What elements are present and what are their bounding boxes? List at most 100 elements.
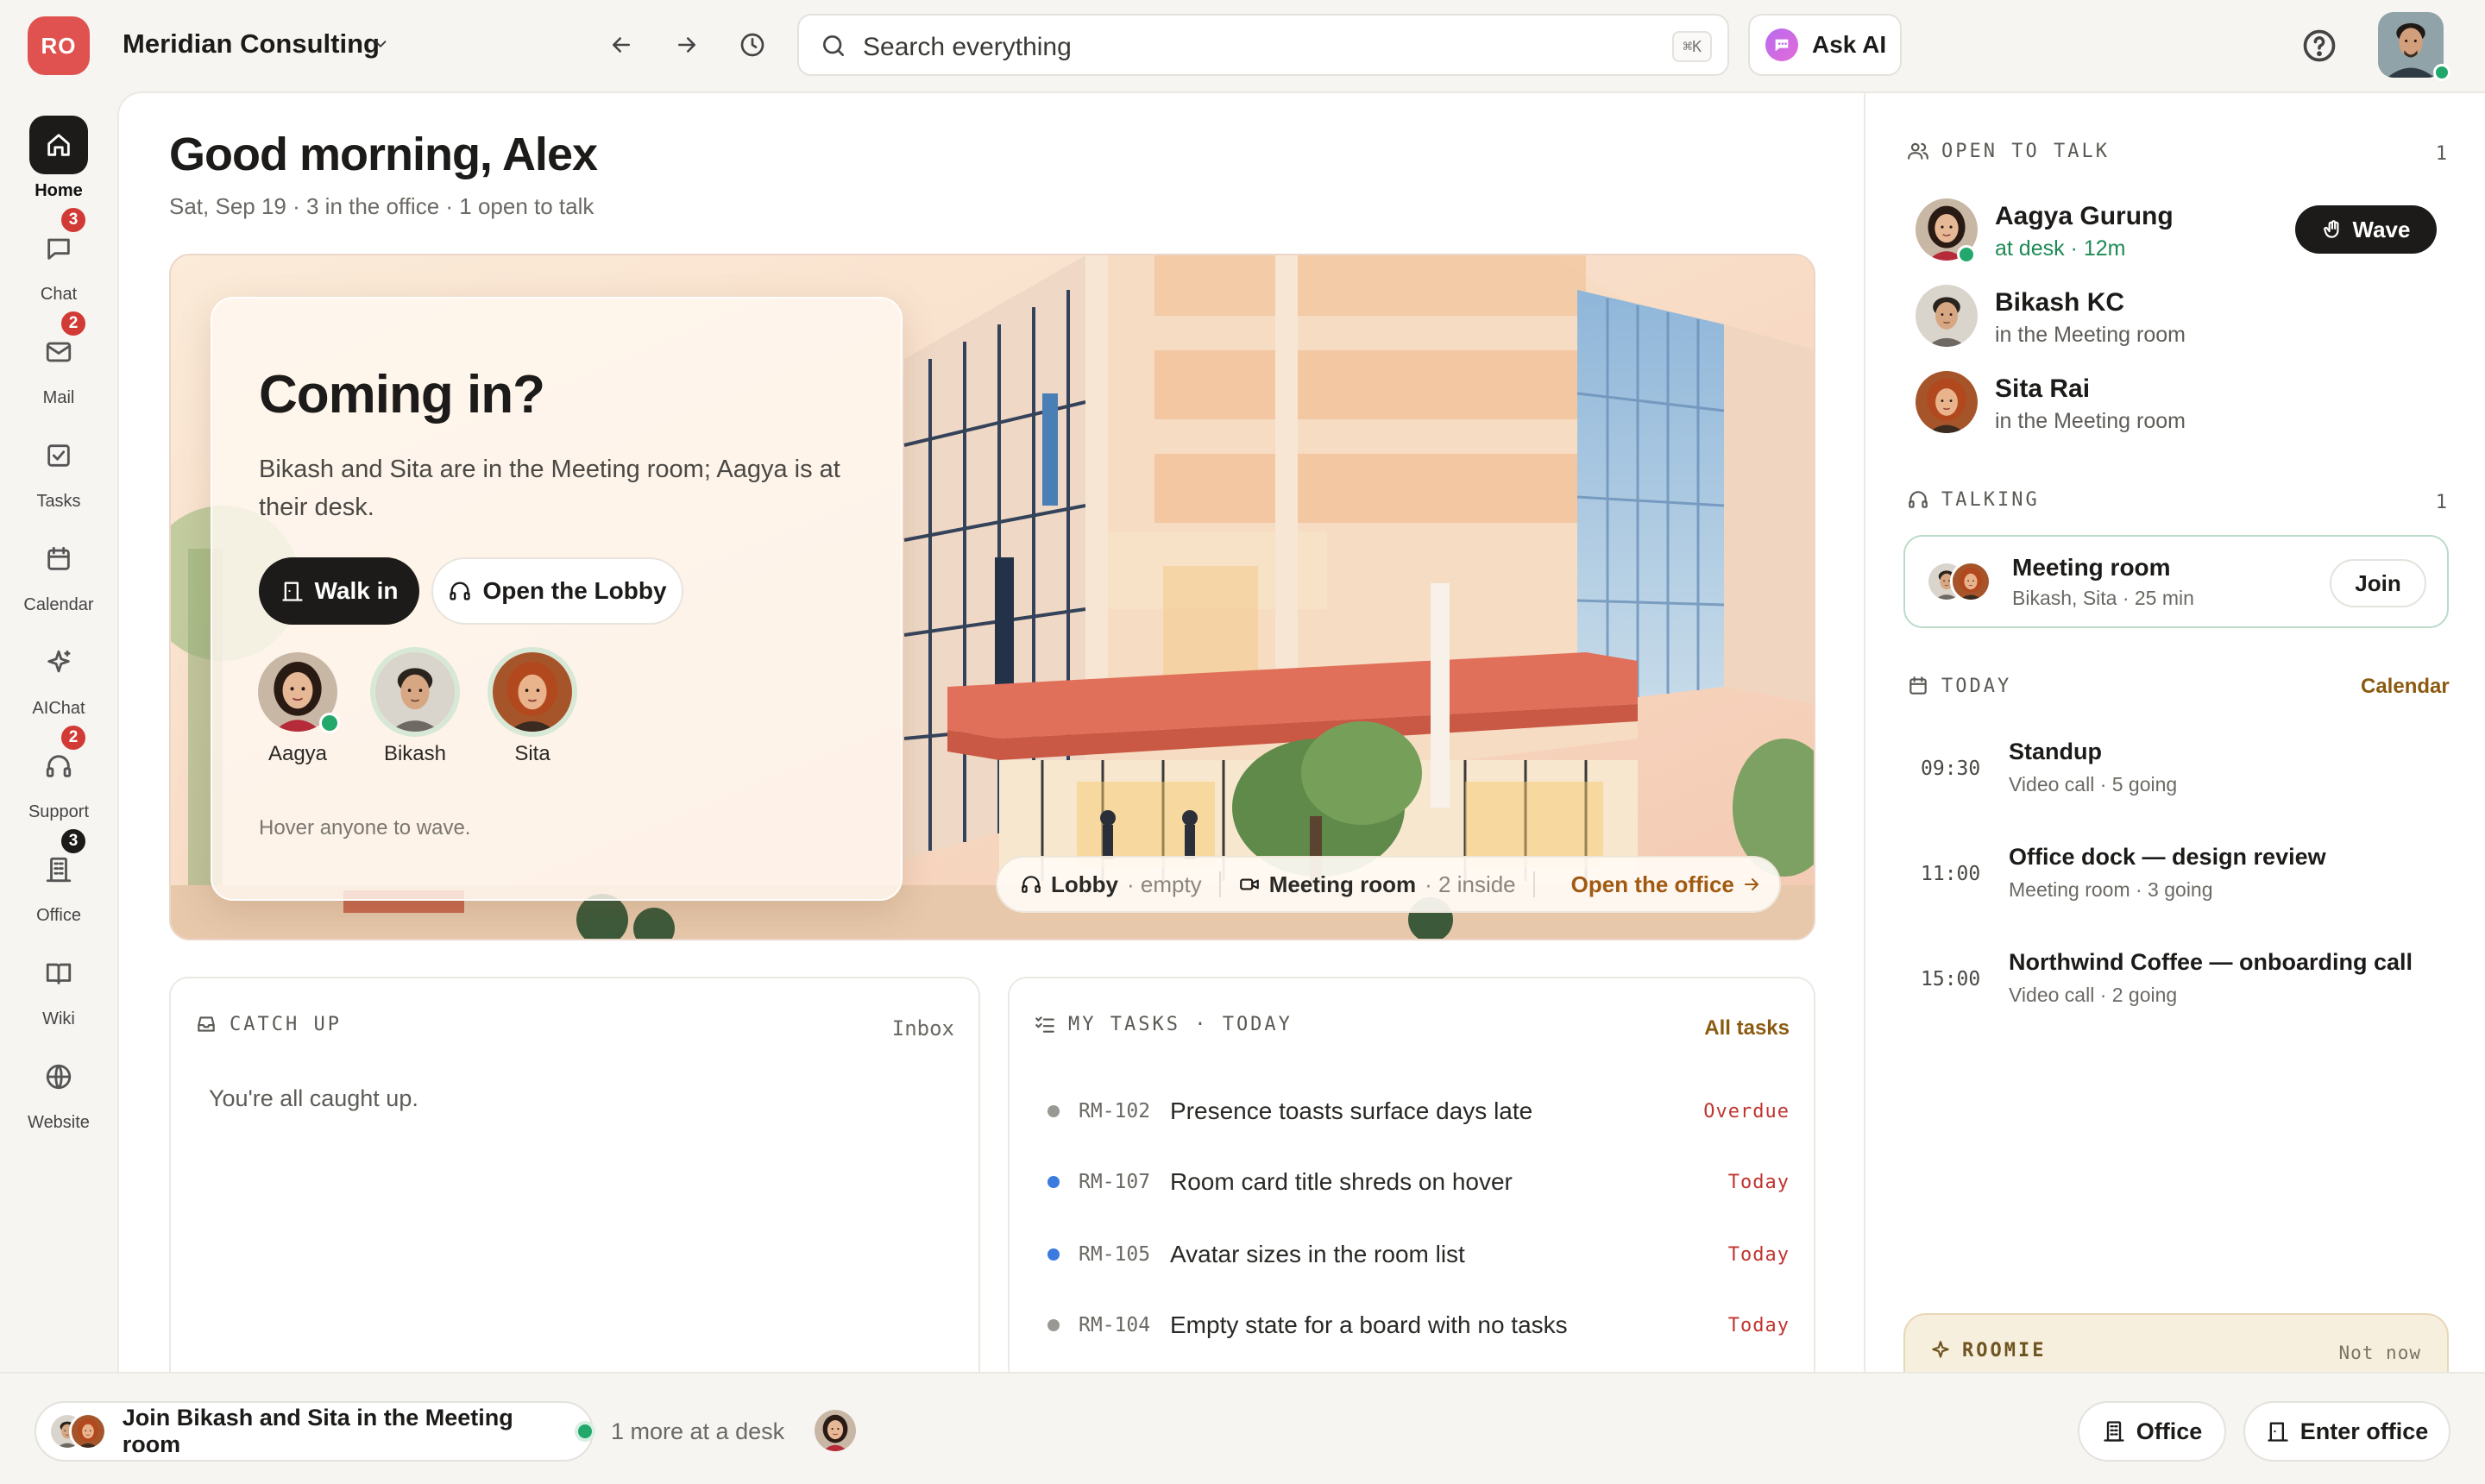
avatar[interactable] bbox=[815, 1410, 856, 1451]
sidebar-item-label: Mail bbox=[42, 388, 75, 407]
person-aagya[interactable]: Aagya bbox=[250, 652, 345, 766]
person-status: in the Meeting room bbox=[1995, 323, 2186, 347]
room-participants: Bikash, Sita · 25 min bbox=[2012, 587, 2194, 609]
avatar bbox=[1916, 285, 1978, 347]
event-standup[interactable]: 09:30 Standup Video call · 5 going bbox=[1921, 739, 2456, 808]
not-now-button[interactable]: Not now bbox=[2338, 1343, 2421, 1363]
person-bikash[interactable]: Bikash bbox=[368, 652, 462, 766]
chevron-down-icon[interactable] bbox=[371, 35, 390, 53]
today-header: TODAY bbox=[1907, 675, 2011, 697]
sidebar-item-tasks[interactable]: Tasks bbox=[0, 426, 117, 521]
history-clock-icon[interactable] bbox=[733, 26, 771, 64]
event-time: 09:30 bbox=[1921, 758, 1981, 780]
online-status-dot bbox=[1957, 245, 1976, 264]
sidebar: Home 3 Chat 2 Mail Tasks Calendar AIChat bbox=[0, 91, 117, 1418]
sidebar-item-wiki[interactable]: Wiki bbox=[0, 944, 117, 1039]
avatar bbox=[69, 1412, 107, 1450]
join-meeting-room-button[interactable]: Join Bikash and Sita in the Meeting room bbox=[35, 1401, 594, 1462]
person-bikash-kc[interactable]: Bikash KC in the Meeting room bbox=[1916, 285, 2450, 350]
task-row[interactable]: RM-107 Room card title shreds on hover Tod… bbox=[1047, 1165, 1790, 1199]
sidebar-item-website[interactable]: Website bbox=[0, 1047, 117, 1142]
search-bar[interactable]: Search everything ⌘K bbox=[797, 14, 1729, 76]
task-row[interactable]: RM-104 Empty state for a board with no ta… bbox=[1047, 1308, 1790, 1343]
task-title: Presence toasts surface days late bbox=[1170, 1097, 1533, 1124]
avatar bbox=[493, 652, 572, 732]
join-button[interactable]: Join bbox=[2330, 559, 2426, 607]
task-id: RM-105 bbox=[1079, 1243, 1151, 1266]
person-sita[interactable]: Sita bbox=[485, 652, 580, 766]
checklist-icon bbox=[1034, 1013, 1056, 1035]
open-lobby-button[interactable]: Open the Lobby bbox=[431, 557, 683, 625]
sidebar-item-calendar[interactable]: Calendar bbox=[0, 530, 117, 625]
event-title: Standup bbox=[2009, 739, 2102, 764]
sidebar-item-label: Chat bbox=[40, 285, 78, 304]
unread-badge: 2 bbox=[59, 309, 88, 338]
task-title: Empty state for a board with no tasks bbox=[1170, 1311, 1568, 1338]
workspace-name[interactable]: Meridian Consulting bbox=[123, 28, 380, 60]
sidebar-item-label: Calendar bbox=[23, 595, 94, 614]
inbox-link[interactable]: Inbox bbox=[892, 1016, 954, 1041]
sidebar-item-label: Home bbox=[35, 181, 83, 200]
empty-state-text: You're all caught up. bbox=[209, 1085, 418, 1111]
event-time: 11:00 bbox=[1921, 863, 1981, 885]
task-status-dot bbox=[1047, 1319, 1060, 1331]
arrow-right-icon bbox=[1741, 874, 1762, 895]
wave-label: Wave bbox=[2352, 216, 2411, 242]
open-office-link[interactable]: Open the office bbox=[1571, 871, 1762, 898]
sidebar-item-label: Wiki bbox=[42, 1009, 75, 1028]
help-icon[interactable] bbox=[2300, 27, 2338, 65]
event-onboarding-call[interactable]: 15:00 Northwind Coffee — onboarding call… bbox=[1921, 949, 2456, 1018]
search-shortcut: ⌘K bbox=[1672, 31, 1712, 62]
count-badge: 3 bbox=[59, 827, 88, 856]
sidebar-item-mail[interactable]: 2 Mail bbox=[0, 309, 117, 418]
person-status: in the Meeting room bbox=[1995, 409, 2186, 433]
sidebar-item-support[interactable]: 2 Support bbox=[0, 723, 117, 832]
event-design-review[interactable]: 11:00 Office dock — design review Meetin… bbox=[1921, 844, 2456, 913]
event-title: Office dock — design review bbox=[2009, 844, 2326, 870]
task-row[interactable]: RM-105 Avatar sizes in the room list Today bbox=[1047, 1237, 1790, 1272]
sparkle-icon bbox=[29, 633, 88, 692]
sidebar-item-home[interactable]: Home bbox=[0, 116, 117, 211]
people-icon bbox=[1907, 140, 1929, 162]
coming-in-card: Coming in? Bikash and Sita are in the Me… bbox=[211, 297, 903, 901]
person-name: Aagya Gurung bbox=[1995, 202, 2174, 230]
all-tasks-link[interactable]: All tasks bbox=[1704, 1016, 1790, 1041]
sidebar-item-chat[interactable]: 3 Chat bbox=[0, 205, 117, 314]
forward-arrow-icon[interactable] bbox=[668, 26, 706, 64]
globe-icon bbox=[29, 1047, 88, 1106]
task-row[interactable]: RM-102 Presence toasts surface days late O… bbox=[1047, 1094, 1790, 1129]
wave-button[interactable]: Wave bbox=[2295, 205, 2437, 254]
headphones-icon bbox=[1907, 488, 1929, 511]
right-panel: OPEN TO TALK 1 Aagya Gurung at desk · 12… bbox=[1864, 91, 2485, 1372]
enter-office-button[interactable]: Enter office bbox=[2243, 1401, 2450, 1462]
open-to-talk-header: OPEN TO TALK bbox=[1907, 140, 2110, 162]
person-name: Sita Rai bbox=[1995, 374, 2091, 403]
lobby-label: Lobby bbox=[1051, 871, 1118, 897]
walk-in-button[interactable]: Walk in bbox=[259, 557, 419, 625]
catch-up-card: CATCH UP Inbox You're all caught up. bbox=[169, 977, 980, 1372]
calendar-link[interactable]: Calendar bbox=[2361, 675, 2450, 699]
page-subtitle: Sat, Sep 19 · 3 in the office · 1 open t… bbox=[169, 193, 595, 219]
calendar-icon bbox=[1907, 675, 1929, 697]
meeting-room-card[interactable]: Meeting room Bikash, Sita · 25 min Join bbox=[1903, 535, 2449, 628]
ai-sparkle-icon bbox=[1765, 28, 1798, 61]
meeting-room-status[interactable]: Meeting room · 2 inside bbox=[1238, 871, 1516, 898]
back-arrow-icon[interactable] bbox=[602, 26, 640, 64]
sidebar-item-office[interactable]: 3 Office bbox=[0, 827, 117, 935]
online-status-dot bbox=[2433, 64, 2450, 81]
sidebar-item-label: Office bbox=[36, 906, 81, 925]
task-status-dot bbox=[1047, 1248, 1060, 1261]
divider bbox=[1532, 871, 1535, 897]
event-meta: Video call · 2 going bbox=[2009, 984, 2178, 1006]
office-button[interactable]: Office bbox=[2078, 1401, 2226, 1462]
workspace-badge[interactable]: RO bbox=[28, 16, 90, 75]
lobby-status[interactable]: Lobby · empty bbox=[1020, 871, 1202, 898]
sidebar-item-aichat[interactable]: AIChat bbox=[0, 633, 117, 728]
ask-ai-button[interactable]: Ask AI bbox=[1748, 14, 1902, 76]
card-header: MY TASKS · TODAY bbox=[1034, 1013, 1293, 1035]
card-body: Bikash and Sita are in the Meeting room;… bbox=[259, 456, 840, 521]
video-camera-icon bbox=[1238, 873, 1261, 896]
person-sita-rai[interactable]: Sita Rai in the Meeting room bbox=[1916, 371, 2450, 437]
person-status: at desk · 12m bbox=[1995, 236, 2126, 261]
meeting-room-label: Meeting room bbox=[1268, 871, 1417, 897]
